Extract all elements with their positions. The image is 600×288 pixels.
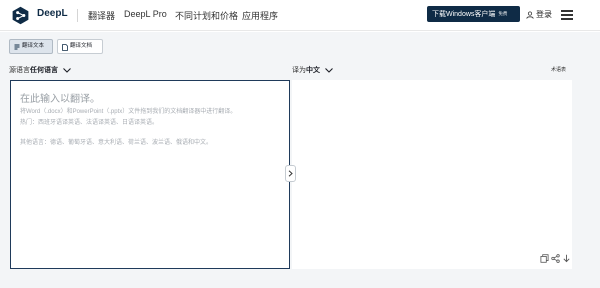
menu-icon[interactable] — [561, 10, 573, 20]
source-text-area[interactable]: 在此输入以翻译。 将Word（.docx）和PowerPoint（.pptx）文… — [10, 80, 290, 269]
chevron-down-icon — [325, 68, 333, 73]
source-language-prefix: 源语言 — [9, 67, 30, 74]
deepl-logo-icon[interactable] — [11, 6, 30, 25]
user-icon — [526, 11, 534, 19]
nav-pricing[interactable]: 不同计划和价格 — [175, 9, 238, 22]
target-text-area — [292, 80, 572, 269]
header-divider — [77, 9, 78, 22]
translator-app: 翻译文本 翻译文档 源语言任何语言 译为中文 术语表 在此输入以翻译。 将Wor… — [0, 32, 600, 288]
share-icon[interactable] — [551, 254, 560, 263]
download-button-label: 下载Windows客户端 — [432, 10, 496, 18]
chevron-right-icon — [288, 170, 293, 177]
target-language-selector[interactable]: 译为中文 — [292, 65, 333, 75]
copy-icon[interactable] — [540, 254, 549, 263]
source-placeholder: 在此输入以翻译。 — [20, 94, 100, 105]
login-label: 登录 — [536, 10, 552, 19]
tab-translate-text[interactable]: 翻译文本 — [9, 39, 53, 54]
swap-languages-button[interactable] — [285, 165, 296, 182]
other-languages-hint: 其他语言：德语、葡萄牙语、意大利语、荷兰语、波兰语、俄语和中文。 — [20, 140, 213, 146]
nav-apps[interactable]: 应用程序 — [242, 9, 278, 22]
free-badge: 免费 — [498, 11, 508, 16]
target-language-prefix: 译为 — [292, 67, 306, 74]
text-icon — [14, 44, 20, 49]
brand-name[interactable]: DeepL — [37, 8, 68, 19]
download-windows-button[interactable]: 下载Windows客户端 免费 — [427, 6, 520, 22]
source-language-value: 任何语言 — [30, 67, 58, 74]
download-icon[interactable] — [562, 254, 571, 263]
top-header: DeepL 翻译器 DeepL Pro 不同计划和价格 应用程序 下载Windo… — [0, 0, 600, 31]
nav-deepl-pro[interactable]: DeepL Pro — [124, 9, 167, 19]
target-language-value: 中文 — [306, 67, 320, 74]
popular-languages-hint: 热门：西班牙语译英语、法语译英语、日语译英语。 — [20, 120, 159, 126]
login-link[interactable]: 登录 — [526, 9, 552, 20]
tab-translate-document[interactable]: 翻译文档 — [57, 39, 103, 54]
nav-translator[interactable]: 翻译器 — [88, 9, 115, 22]
document-icon — [62, 43, 68, 51]
tab-translate-text-label: 翻译文本 — [22, 43, 45, 49]
source-language-selector[interactable]: 源语言任何语言 — [9, 65, 71, 75]
tab-translate-document-label: 翻译文档 — [70, 43, 93, 49]
document-drop-hint: 将Word（.docx）和PowerPoint（.pptx）文件拖到我们的文档翻… — [20, 109, 237, 115]
chevron-down-icon — [63, 68, 71, 73]
glossary-button[interactable]: 术语表 — [551, 66, 566, 73]
